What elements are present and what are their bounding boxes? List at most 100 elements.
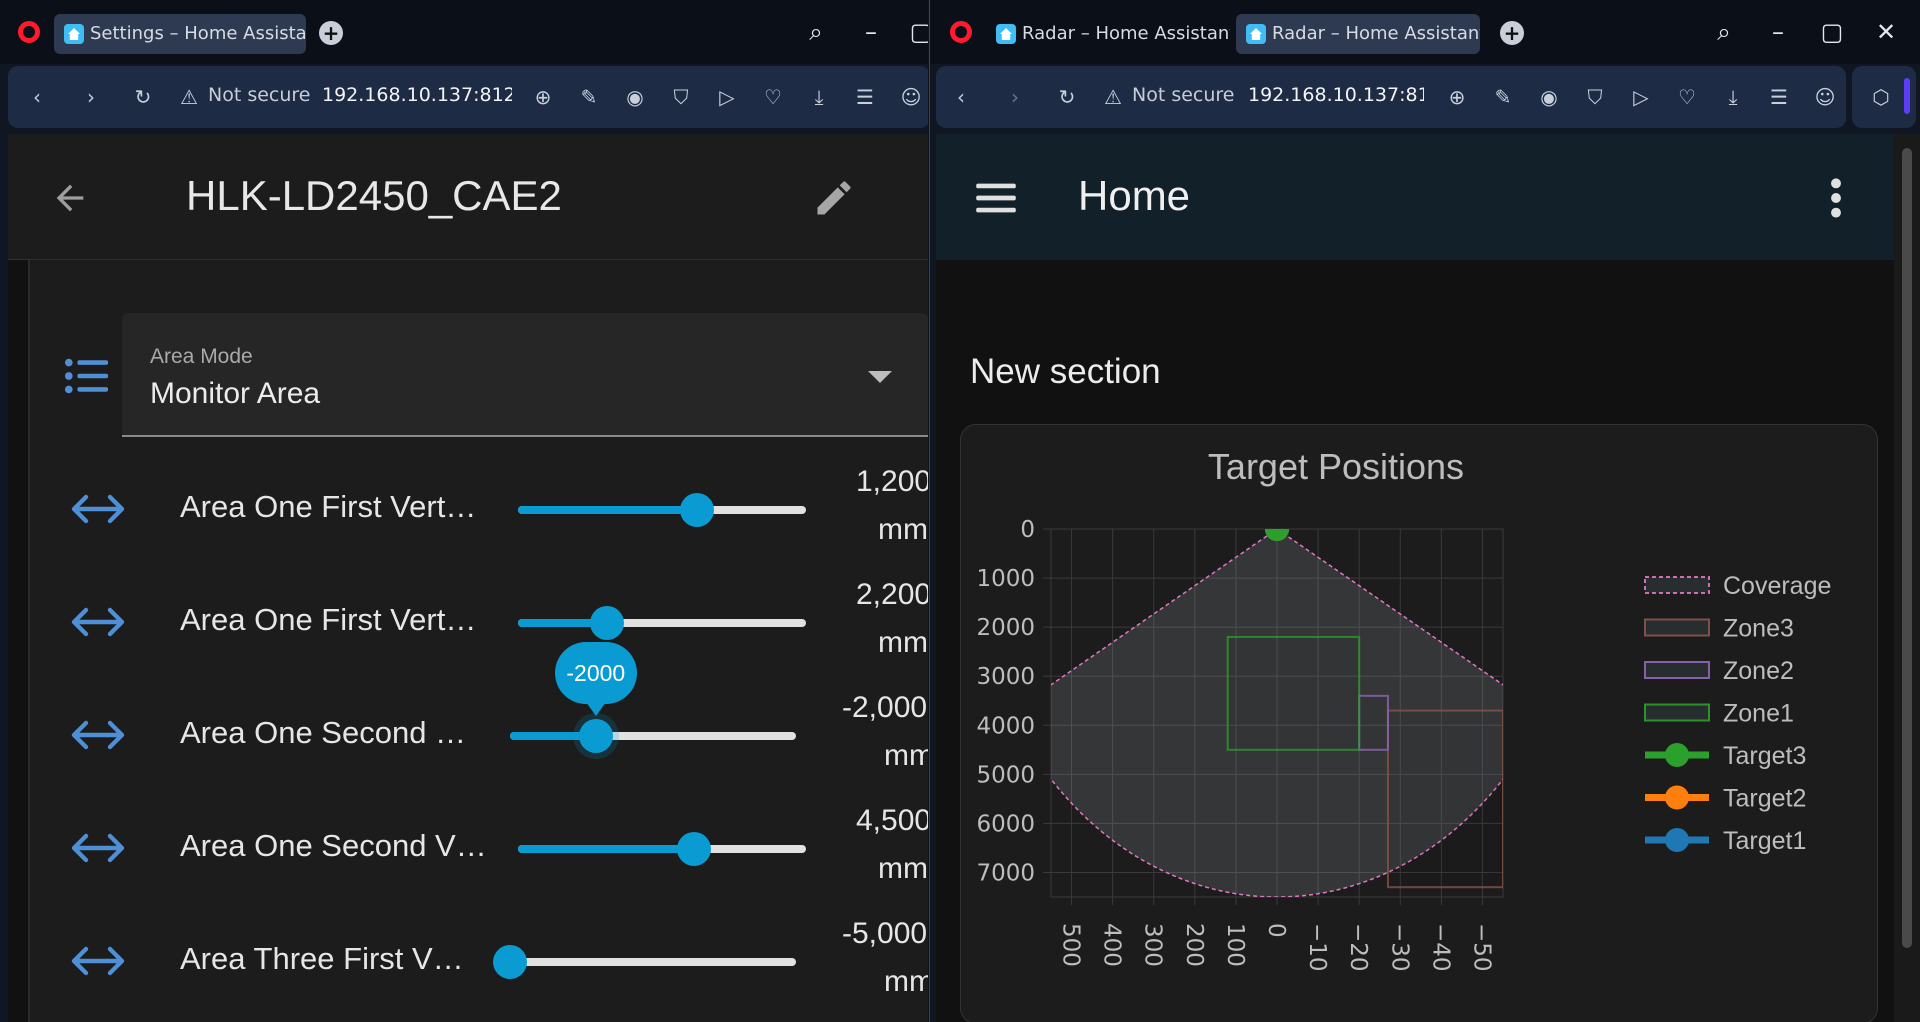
- home-assistant-icon: [996, 24, 1016, 44]
- tab-settings[interactable]: Settings – Home Assistant: [54, 14, 306, 54]
- warning-icon: ⚠: [1104, 85, 1122, 109]
- slider-track[interactable]: -2000: [510, 642, 796, 759]
- scrollbar[interactable]: [1894, 134, 1920, 1022]
- camera-icon[interactable]: ◉: [1534, 82, 1564, 112]
- profile-icon[interactable]: ☺: [1810, 82, 1840, 112]
- x-tick-label: −30: [1386, 923, 1412, 972]
- tab-radar-2[interactable]: Radar – Home Assistant: [1236, 14, 1480, 54]
- forward-icon[interactable]: ›: [76, 82, 106, 112]
- reload-icon[interactable]: ↻: [128, 82, 158, 112]
- send-icon[interactable]: ▷: [712, 82, 742, 112]
- minimize-button[interactable]: –: [1762, 16, 1794, 48]
- profile-icon[interactable]: ☺: [896, 82, 926, 112]
- maximize-button[interactable]: ▢: [905, 16, 928, 48]
- x-tick-label: 200: [1181, 923, 1207, 967]
- slider-value: -2,000: [842, 691, 928, 724]
- dashboard-page: Home New section Target Positions 0 1000 20…: [936, 134, 1920, 1022]
- send-icon[interactable]: ▷: [1626, 82, 1656, 112]
- slider-thumb[interactable]: [493, 945, 527, 979]
- download-icon[interactable]: ⤓: [804, 82, 834, 112]
- opera-logo-icon[interactable]: [950, 21, 972, 43]
- slider-track[interactable]: [518, 493, 806, 527]
- slider-track[interactable]: [518, 606, 806, 640]
- legend-marker: [1665, 828, 1689, 852]
- slider-thumb[interactable]: [578, 719, 613, 753]
- y-tick-label: 2000: [976, 615, 1035, 641]
- search-icon[interactable]: ⌕: [1708, 16, 1740, 48]
- legend-label: Zone3: [1723, 615, 1794, 643]
- more-vertical-icon[interactable]: [1828, 176, 1844, 220]
- chevron-down-icon[interactable]: [868, 371, 892, 383]
- edit-icon[interactable]: ✎: [574, 82, 604, 112]
- page-title: HLK-LD2450_CAE2: [186, 172, 562, 219]
- adblock-icon[interactable]: ⛉: [666, 82, 696, 112]
- download-icon[interactable]: ⤓: [1718, 82, 1748, 112]
- url-field[interactable]: 192.168.10.137:8123/: [322, 84, 512, 106]
- settings-sliders-icon[interactable]: ☰: [1764, 82, 1794, 112]
- slider-unit: mm: [878, 626, 928, 659]
- back-icon[interactable]: ‹: [946, 82, 976, 112]
- security-status[interactable]: Not secure: [1132, 84, 1235, 106]
- horizontal-arrows-icon: [71, 833, 125, 863]
- heart-icon[interactable]: ♡: [758, 82, 788, 112]
- tab-title: Settings – Home Assistant: [90, 23, 306, 44]
- slider-fill: [518, 506, 697, 514]
- scrollbar-thumb[interactable]: [1902, 148, 1912, 948]
- horizontal-arrows-icon: [71, 946, 125, 976]
- area-mode-select[interactable]: Area Mode Monitor Area: [122, 313, 928, 437]
- back-icon[interactable]: ‹: [22, 82, 52, 112]
- slider-track[interactable]: [493, 945, 796, 979]
- page-header: HLK-LD2450_CAE2: [8, 134, 928, 260]
- heart-icon[interactable]: ♡: [1672, 82, 1702, 112]
- pencil-icon[interactable]: [812, 176, 856, 220]
- slider-row: Area One First Vert… 1,200 mm: [8, 455, 928, 567]
- slider-thumb[interactable]: [590, 606, 625, 640]
- opera-logo-icon[interactable]: [18, 21, 40, 43]
- reload-icon[interactable]: ↻: [1052, 82, 1082, 112]
- new-tab-button[interactable]: +: [1500, 21, 1524, 45]
- slider-track[interactable]: [518, 832, 806, 866]
- camera-icon[interactable]: ◉: [620, 82, 650, 112]
- forward-icon[interactable]: ›: [1000, 82, 1030, 112]
- edit-icon[interactable]: ✎: [1488, 82, 1518, 112]
- target-positions-chart[interactable]: Target Positions010002000300040005000600…: [961, 425, 1879, 1022]
- slider-row: Area One Second V… 4,500 mm: [8, 794, 928, 906]
- adblock-icon[interactable]: ⛉: [1580, 82, 1610, 112]
- slider-thumb[interactable]: [676, 832, 711, 866]
- zone-zone3: [1386, 709, 1503, 889]
- x-tick-label: −50: [1468, 923, 1494, 972]
- url-field[interactable]: 192.168.10.137:812: [1248, 84, 1424, 106]
- list-icon: [64, 358, 109, 394]
- slider-unit: mm: [878, 513, 928, 546]
- zoom-icon[interactable]: ⊕: [1442, 82, 1472, 112]
- x-tick-label: 400: [1099, 923, 1125, 967]
- back-arrow-icon[interactable]: [50, 178, 90, 218]
- close-button[interactable]: ✕: [1870, 16, 1902, 48]
- new-tab-button[interactable]: +: [319, 21, 343, 45]
- slider-value: 1,200: [856, 465, 928, 498]
- slider-value: -5,000: [842, 917, 928, 950]
- search-icon[interactable]: ⌕: [800, 16, 832, 48]
- y-tick-label: 0: [1020, 517, 1035, 543]
- cube-icon[interactable]: ⬡: [1866, 82, 1896, 112]
- slider-thumb[interactable]: [679, 493, 714, 527]
- zoom-icon[interactable]: ⊕: [528, 82, 558, 112]
- target-target3: [1265, 529, 1289, 541]
- maximize-button[interactable]: ▢: [1816, 16, 1848, 48]
- menu-icon[interactable]: [974, 180, 1018, 216]
- legend-label: Zone1: [1723, 700, 1794, 728]
- slider-unit: mm: [884, 739, 928, 772]
- security-status[interactable]: Not secure: [208, 84, 311, 106]
- y-tick-label: 6000: [976, 811, 1035, 837]
- y-tick-label: 1000: [976, 566, 1035, 592]
- minimize-button[interactable]: –: [855, 16, 887, 48]
- chart-title: Target Positions: [1208, 446, 1464, 487]
- extensions-bar: ⬡: [1852, 66, 1916, 128]
- tab-radar-1[interactable]: Radar – Home Assistant: [986, 14, 1230, 54]
- legend-swatch: [1644, 618, 1710, 637]
- slider-unit: mm: [878, 852, 928, 885]
- settings-sliders-icon[interactable]: ☰: [850, 82, 880, 112]
- tab-title: Radar – Home Assistant: [1272, 23, 1480, 44]
- legend-swatch: [1644, 703, 1710, 722]
- legend-swatch: [1644, 576, 1710, 594]
